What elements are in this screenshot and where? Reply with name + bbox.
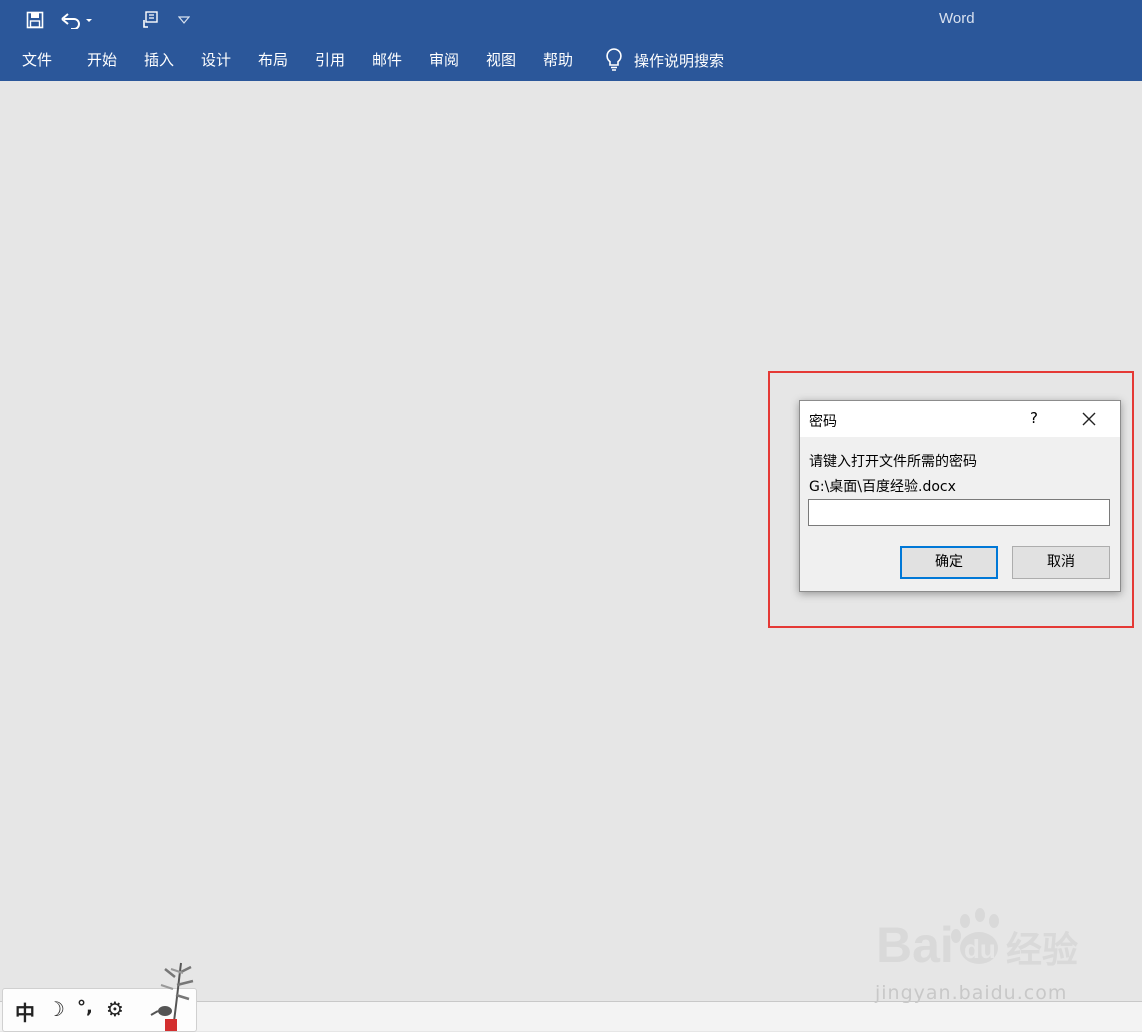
tab-insert[interactable]: 插入	[144, 40, 174, 81]
watermark-url: jingyan.baidu.com	[875, 982, 1068, 1004]
ok-button[interactable]: 确定	[900, 546, 998, 579]
undo-icon[interactable]	[60, 8, 94, 32]
save-icon[interactable]	[23, 8, 47, 32]
tell-me-label: 操作说明搜索	[634, 52, 725, 70]
svg-text:Bai: Bai	[876, 917, 954, 973]
app-title: Word	[939, 10, 975, 27]
cancel-button[interactable]: 取消	[1012, 546, 1110, 579]
tell-me-search[interactable]: 操作说明搜索	[604, 40, 724, 81]
tab-help[interactable]: 帮助	[543, 40, 573, 81]
tab-file[interactable]: 文件	[22, 40, 52, 81]
moon-icon[interactable]: ☽	[47, 997, 65, 1021]
tab-design[interactable]: 设计	[201, 40, 231, 81]
password-dialog: 密码 ? 请键入打开文件所需的密码 G:\桌面\百度经验.docx 确定 取消	[799, 400, 1121, 592]
touch-mode-icon[interactable]	[138, 8, 162, 32]
tab-home[interactable]: 开始	[87, 40, 117, 81]
settings-icon[interactable]: ⚙	[106, 997, 124, 1021]
dialog-titlebar[interactable]: 密码 ?	[800, 401, 1120, 437]
tab-references[interactable]: 引用	[315, 40, 345, 81]
close-icon[interactable]	[1076, 407, 1102, 431]
password-prompt: 请键入打开文件所需的密码	[809, 454, 977, 470]
tab-mailings[interactable]: 邮件	[372, 40, 402, 81]
file-path: G:\桌面\百度经验.docx	[809, 479, 956, 495]
lightbulb-icon	[604, 47, 624, 75]
svg-text:经验: 经验	[1006, 930, 1078, 971]
punctuation-toggle[interactable]: °,	[77, 997, 93, 1018]
tab-layout[interactable]: 布局	[258, 40, 288, 81]
ribbon-tabs: 文件 开始 插入 设计 布局 引用 邮件 审阅 视图 帮助 操作说明搜索	[0, 40, 1142, 81]
ime-mode-toggle[interactable]: 中	[15, 997, 35, 1026]
baidu-watermark-logo: Bai du 经验	[876, 908, 1078, 973]
password-field[interactable]	[808, 499, 1110, 526]
title-bar: Word	[0, 0, 1142, 40]
dialog-title: 密码	[809, 414, 837, 430]
help-button[interactable]: ?	[1026, 409, 1042, 429]
svg-text:du: du	[964, 934, 996, 964]
tab-view[interactable]: 视图	[486, 40, 516, 81]
bamboo-bird-icon	[150, 962, 194, 1031]
customize-qat-icon[interactable]	[174, 8, 194, 32]
tab-review[interactable]: 审阅	[429, 40, 459, 81]
ime-toolbar: 中 ☽ °, ⚙	[2, 962, 197, 1032]
